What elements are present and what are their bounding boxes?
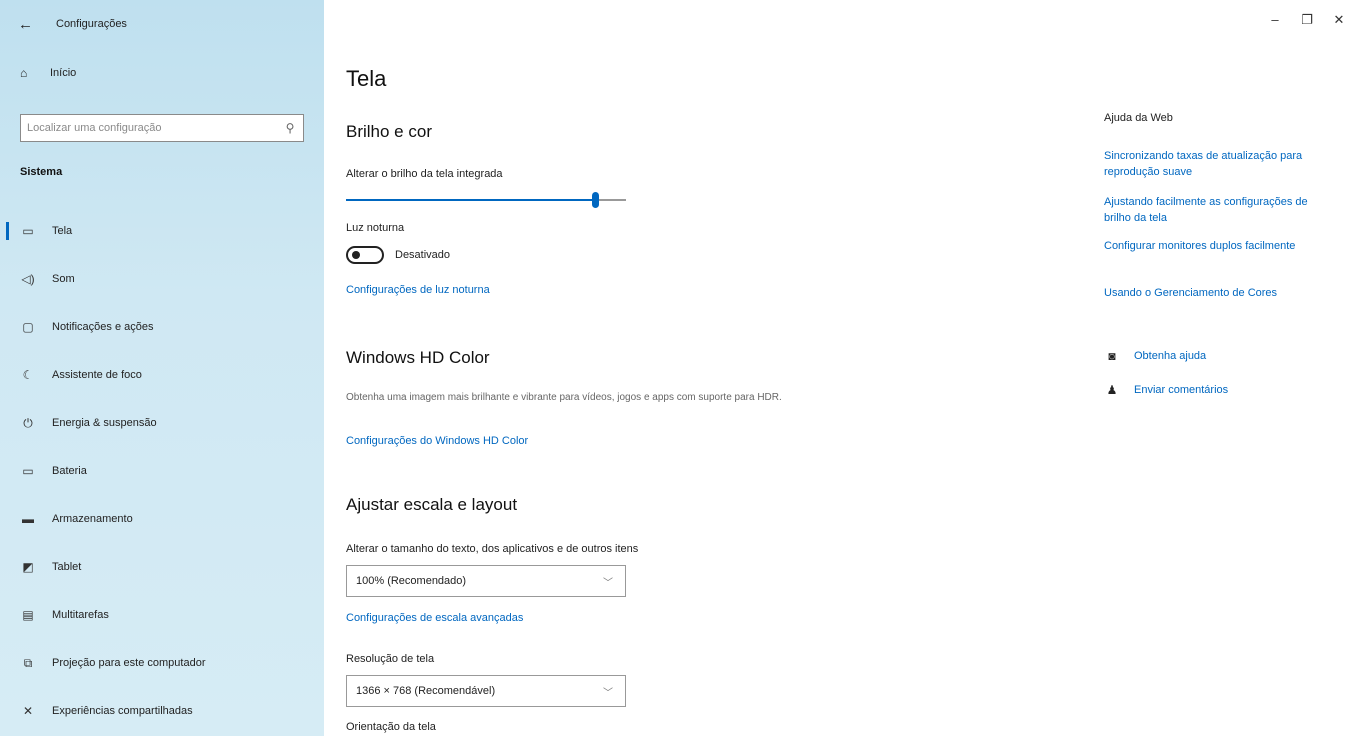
close-button[interactable]: ✕ xyxy=(1323,12,1355,28)
sidebar-nav: ▭ Tela ◁) Som ▢ Notificações e ações ☾ A… xyxy=(0,207,324,735)
help-title: Ajuda da Web xyxy=(1104,112,1173,124)
sidebar-item-label: Energia & suspensão xyxy=(52,417,157,429)
night-light-label: Luz noturna xyxy=(346,222,405,234)
night-light-state: Desativado xyxy=(395,249,451,261)
sidebar-item-armazenamento[interactable]: ▬ Armazenamento xyxy=(0,495,324,543)
tablet-icon: ◩ xyxy=(22,560,34,574)
help-link-refresh-rates[interactable]: Sincronizando taxas de atualização para … xyxy=(1104,148,1334,180)
feedback-label: Enviar comentários xyxy=(1134,384,1229,396)
advanced-scale-link[interactable]: Configurações de escala avançadas xyxy=(346,612,523,624)
hdr-settings-link[interactable]: Configurações do Windows HD Color xyxy=(346,435,528,447)
shared-icon: ✕ xyxy=(22,704,34,718)
help-link-brightness[interactable]: Ajustando facilmente as configurações de… xyxy=(1104,194,1334,226)
slider-thumb[interactable] xyxy=(592,192,600,208)
home-icon: ⌂ xyxy=(20,66,28,80)
sidebar-item-label: Som xyxy=(52,273,75,285)
brightness-label: Alterar o brilho da tela integrada xyxy=(346,168,503,180)
feedback-link[interactable]: ♟ Enviar comentários xyxy=(1104,383,1229,397)
search-input[interactable] xyxy=(21,121,277,135)
hdr-description: Obtenha uma imagem mais brilhante e vibr… xyxy=(346,392,782,403)
settings-window: ← Configurações ⌂ Início ⚲ Sistema ▭ Tel… xyxy=(0,0,1363,736)
page-title: Tela xyxy=(346,66,387,91)
scale-dropdown-value: 100% (Recomendado) xyxy=(356,575,467,587)
sidebar-item-label: Tela xyxy=(52,225,73,237)
sidebar-item-projecao[interactable]: ⧉ Projeção para este computador xyxy=(0,639,324,687)
title-bar: ← Configurações xyxy=(18,12,127,36)
restore-button[interactable]: ❐ xyxy=(1291,12,1323,28)
projection-icon: ⧉ xyxy=(23,655,33,670)
help-chat-icon: ◙ xyxy=(1108,349,1116,363)
sidebar-item-label: Armazenamento xyxy=(52,513,133,525)
sidebar-item-tablet[interactable]: ◩ Tablet xyxy=(0,543,324,591)
notification-icon: ▢ xyxy=(22,320,34,334)
hdr-heading: Windows HD Color xyxy=(346,348,490,367)
sidebar-item-label: Notificações e ações xyxy=(52,321,154,333)
help-link-color-management[interactable]: Usando o Gerenciamento de Cores xyxy=(1104,285,1334,301)
chevron-down-icon: ﹀ xyxy=(603,687,613,699)
orientation-label: Orientação da tela xyxy=(346,721,436,733)
sidebar-item-notificacoes[interactable]: ▢ Notificações e ações xyxy=(0,303,324,351)
scale-heading: Ajustar escala e layout xyxy=(346,495,518,514)
search-icon[interactable]: ⚲ xyxy=(277,121,303,135)
toggle-knob xyxy=(352,251,360,259)
night-light-toggle-row: Desativado xyxy=(346,246,450,264)
brightness-slider[interactable] xyxy=(346,192,626,208)
resolution-label: Resolução de tela xyxy=(346,653,435,665)
sidebar-item-bateria[interactable]: ▭ Bateria xyxy=(0,447,324,495)
home-link[interactable]: ⌂ Início xyxy=(20,66,76,80)
speaker-icon: ◁) xyxy=(21,272,35,286)
help-link-dual-monitors[interactable]: Configurar monitores duplos facilmente xyxy=(1104,238,1334,254)
resolution-dropdown[interactable]: 1366 × 768 (Recomendável) ﹀ xyxy=(346,675,626,707)
home-label: Início xyxy=(50,67,77,79)
scale-dropdown[interactable]: 100% (Recomendado) ﹀ xyxy=(346,565,626,597)
window-controls: – ❐ ✕ xyxy=(1259,12,1355,28)
sidebar-item-label: Multitarefas xyxy=(52,609,109,621)
resolution-dropdown-value: 1366 × 768 (Recomendável) xyxy=(356,685,496,697)
storage-icon: ▬ xyxy=(22,512,34,526)
power-icon: ⏻ xyxy=(23,415,33,430)
scale-size-label: Alterar o tamanho do texto, dos aplicati… xyxy=(346,543,639,555)
sidebar-item-label: Experiências compartilhadas xyxy=(52,705,193,717)
get-help-link[interactable]: ◙ Obtenha ajuda xyxy=(1104,349,1206,363)
section-label: Sistema xyxy=(20,166,63,178)
search-box[interactable]: ⚲ xyxy=(20,114,304,142)
sidebar-item-assistente-foco[interactable]: ☾ Assistente de foco xyxy=(0,351,324,399)
sidebar-item-experiencias[interactable]: ✕ Experiências compartilhadas xyxy=(0,687,324,735)
night-light-toggle[interactable] xyxy=(346,246,384,264)
back-arrow-icon[interactable]: ← xyxy=(18,16,46,33)
sidebar-item-som[interactable]: ◁) Som xyxy=(0,255,324,303)
brightness-heading: Brilho e cor xyxy=(346,122,432,141)
sidebar-item-label: Projeção para este computador xyxy=(52,657,206,669)
sidebar-item-multitarefas[interactable]: ▤ Multitarefas xyxy=(0,591,324,639)
main-content: – ❐ ✕ Tela Brilho e cor Alterar o brilho… xyxy=(324,0,1363,736)
sidebar-item-energia[interactable]: ⏻ Energia & suspensão xyxy=(0,399,324,447)
chevron-down-icon: ﹀ xyxy=(603,577,613,589)
get-help-label: Obtenha ajuda xyxy=(1134,350,1207,362)
sidebar-item-label: Assistente de foco xyxy=(52,369,142,381)
sidebar-item-tela[interactable]: ▭ Tela xyxy=(0,207,324,255)
sidebar: ← Configurações ⌂ Início ⚲ Sistema ▭ Tel… xyxy=(0,0,324,736)
app-title: Configurações xyxy=(56,18,127,30)
sidebar-item-label: Tablet xyxy=(52,561,82,573)
feedback-icon: ♟ xyxy=(1106,383,1118,397)
moon-icon: ☾ xyxy=(22,368,34,382)
sidebar-item-label: Bateria xyxy=(52,465,87,477)
battery-icon: ▭ xyxy=(22,464,34,478)
night-light-settings-link[interactable]: Configurações de luz noturna xyxy=(346,284,490,296)
multitasking-icon: ▤ xyxy=(22,608,34,622)
slider-fill xyxy=(346,199,596,201)
minimize-button[interactable]: – xyxy=(1259,12,1291,28)
monitor-icon: ▭ xyxy=(22,224,34,238)
